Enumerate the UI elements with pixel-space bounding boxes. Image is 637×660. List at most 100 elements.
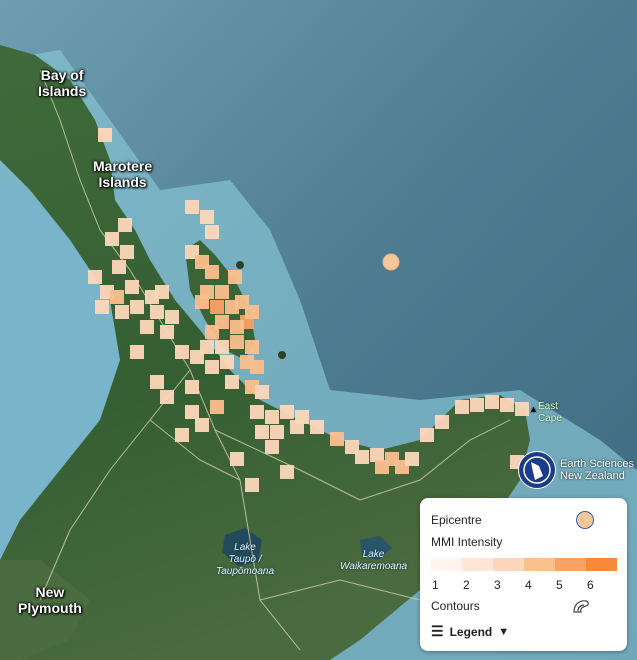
mmi-cell (330, 432, 344, 446)
mmi-cell (355, 450, 369, 464)
mmi-level-label: 3 (494, 578, 501, 592)
mmi-cell (280, 465, 294, 479)
mmi-cell (185, 200, 199, 214)
mmi-level-label: 4 (525, 578, 532, 592)
mmi-cell (250, 360, 264, 374)
mmi-cell (225, 375, 239, 389)
mmi-cell (405, 452, 419, 466)
mmi-cell (370, 448, 384, 462)
mmi-cell (185, 380, 199, 394)
mmi-cell (185, 405, 199, 419)
mmi-cell (255, 385, 269, 399)
mmi-cell (230, 335, 244, 349)
mmi-cell (245, 478, 259, 492)
mmi-level-label: 2 (463, 578, 470, 592)
mmi-cell (435, 415, 449, 429)
epicentre-legend-icon (576, 511, 594, 529)
label-lake-taupo: Lake Taupō / Taupōmoana (216, 542, 275, 577)
earth-sciences-logo: Earth Sciences New Zealand (518, 451, 634, 489)
mmi-cell (470, 398, 484, 412)
mmi-cell (205, 265, 219, 279)
mmi-cell (165, 310, 179, 324)
mmi-cell (230, 320, 244, 334)
mmi-cell (420, 428, 434, 442)
mmi-cell (95, 300, 109, 314)
mmi-swatch-4 (524, 558, 555, 571)
mmi-cell (105, 232, 119, 246)
mmi-cell (150, 305, 164, 319)
mmi-swatch-2 (462, 558, 493, 571)
mmi-cell (205, 325, 219, 339)
mmi-cell (205, 225, 219, 239)
mmi-level-label: 5 (556, 578, 563, 592)
mmi-cell (500, 398, 514, 412)
mmi-cell (265, 410, 279, 424)
label-bay-of-islands: Bay of Islands (38, 67, 87, 99)
mmi-cell (270, 425, 284, 439)
mmi-cell (150, 375, 164, 389)
mmi-cell (205, 360, 219, 374)
contour-icon[interactable] (572, 598, 590, 614)
mmi-cell (160, 390, 174, 404)
mmi-cell (280, 405, 294, 419)
mmi-cell (215, 285, 229, 299)
mmi-swatch-3 (493, 558, 524, 571)
legend-panel: Epicentre MMI Intensity 1 2 3 4 5 6 Cont… (420, 498, 627, 651)
mmi-cell (210, 400, 224, 414)
map-view[interactable]: Bay of Islands Marotere Islands New Plym… (0, 0, 637, 660)
legend-mmi-label: MMI Intensity (431, 535, 503, 549)
mmi-cell (215, 340, 229, 354)
label-east-cape: ▲ East Cape (529, 401, 562, 424)
mmi-cell (250, 405, 264, 419)
mmi-cell (255, 425, 269, 439)
epicentre-marker[interactable] (382, 253, 400, 271)
cape-marker-icon: ▲ (529, 404, 538, 414)
legend-toggle-label: Legend (449, 624, 493, 639)
mmi-cell (140, 320, 154, 334)
mmi-cell (110, 290, 124, 304)
earth-sciences-logo-icon (518, 451, 556, 489)
mmi-cell (310, 420, 324, 434)
mmi-cell (195, 418, 209, 432)
mmi-cell (195, 295, 209, 309)
mmi-cell (210, 300, 224, 314)
mmi-cell (230, 452, 244, 466)
mmi-swatch-1 (431, 558, 462, 571)
legend-toggle-button[interactable]: ☰ Legend ▼ (431, 623, 509, 640)
mmi-cell (175, 345, 189, 359)
mmi-cell (130, 300, 144, 314)
label-marotere-islands: Marotere Islands (93, 158, 153, 190)
mmi-cell (88, 270, 102, 284)
mmi-cell (515, 402, 529, 416)
mmi-cell (125, 280, 139, 294)
mmi-swatch-6 (586, 558, 617, 571)
mmi-swatch-5 (555, 558, 586, 571)
mmi-cell (245, 340, 259, 354)
mmi-level-label: 6 (587, 578, 594, 592)
mmi-cell (160, 325, 174, 339)
mmi-cell (130, 345, 144, 359)
mmi-cell (120, 245, 134, 259)
legend-contours-label: Contours (431, 599, 480, 613)
list-icon: ☰ (431, 623, 444, 639)
chevron-down-icon: ▼ (498, 625, 510, 638)
mmi-cell (455, 400, 469, 414)
label-new-plymouth: New Plymouth (18, 584, 82, 616)
mmi-cell (115, 305, 129, 319)
mmi-cell (155, 285, 169, 299)
mmi-cell (245, 305, 259, 319)
legend-epicentre-label: Epicentre (431, 513, 482, 527)
label-lake-waikaremoana: Lake Waikaremoana (340, 549, 408, 572)
mmi-cell (290, 420, 304, 434)
mmi-cell (375, 460, 389, 474)
mmi-cell (220, 355, 234, 369)
mmi-cell (98, 128, 112, 142)
mmi-cell (175, 428, 189, 442)
brand-name: Earth Sciences (560, 458, 634, 470)
mmi-cell (265, 440, 279, 454)
mmi-cell (200, 210, 214, 224)
mmi-cell (228, 270, 242, 284)
mmi-cell (190, 350, 204, 364)
mmi-cell (118, 218, 132, 232)
mmi-cell (485, 395, 499, 409)
